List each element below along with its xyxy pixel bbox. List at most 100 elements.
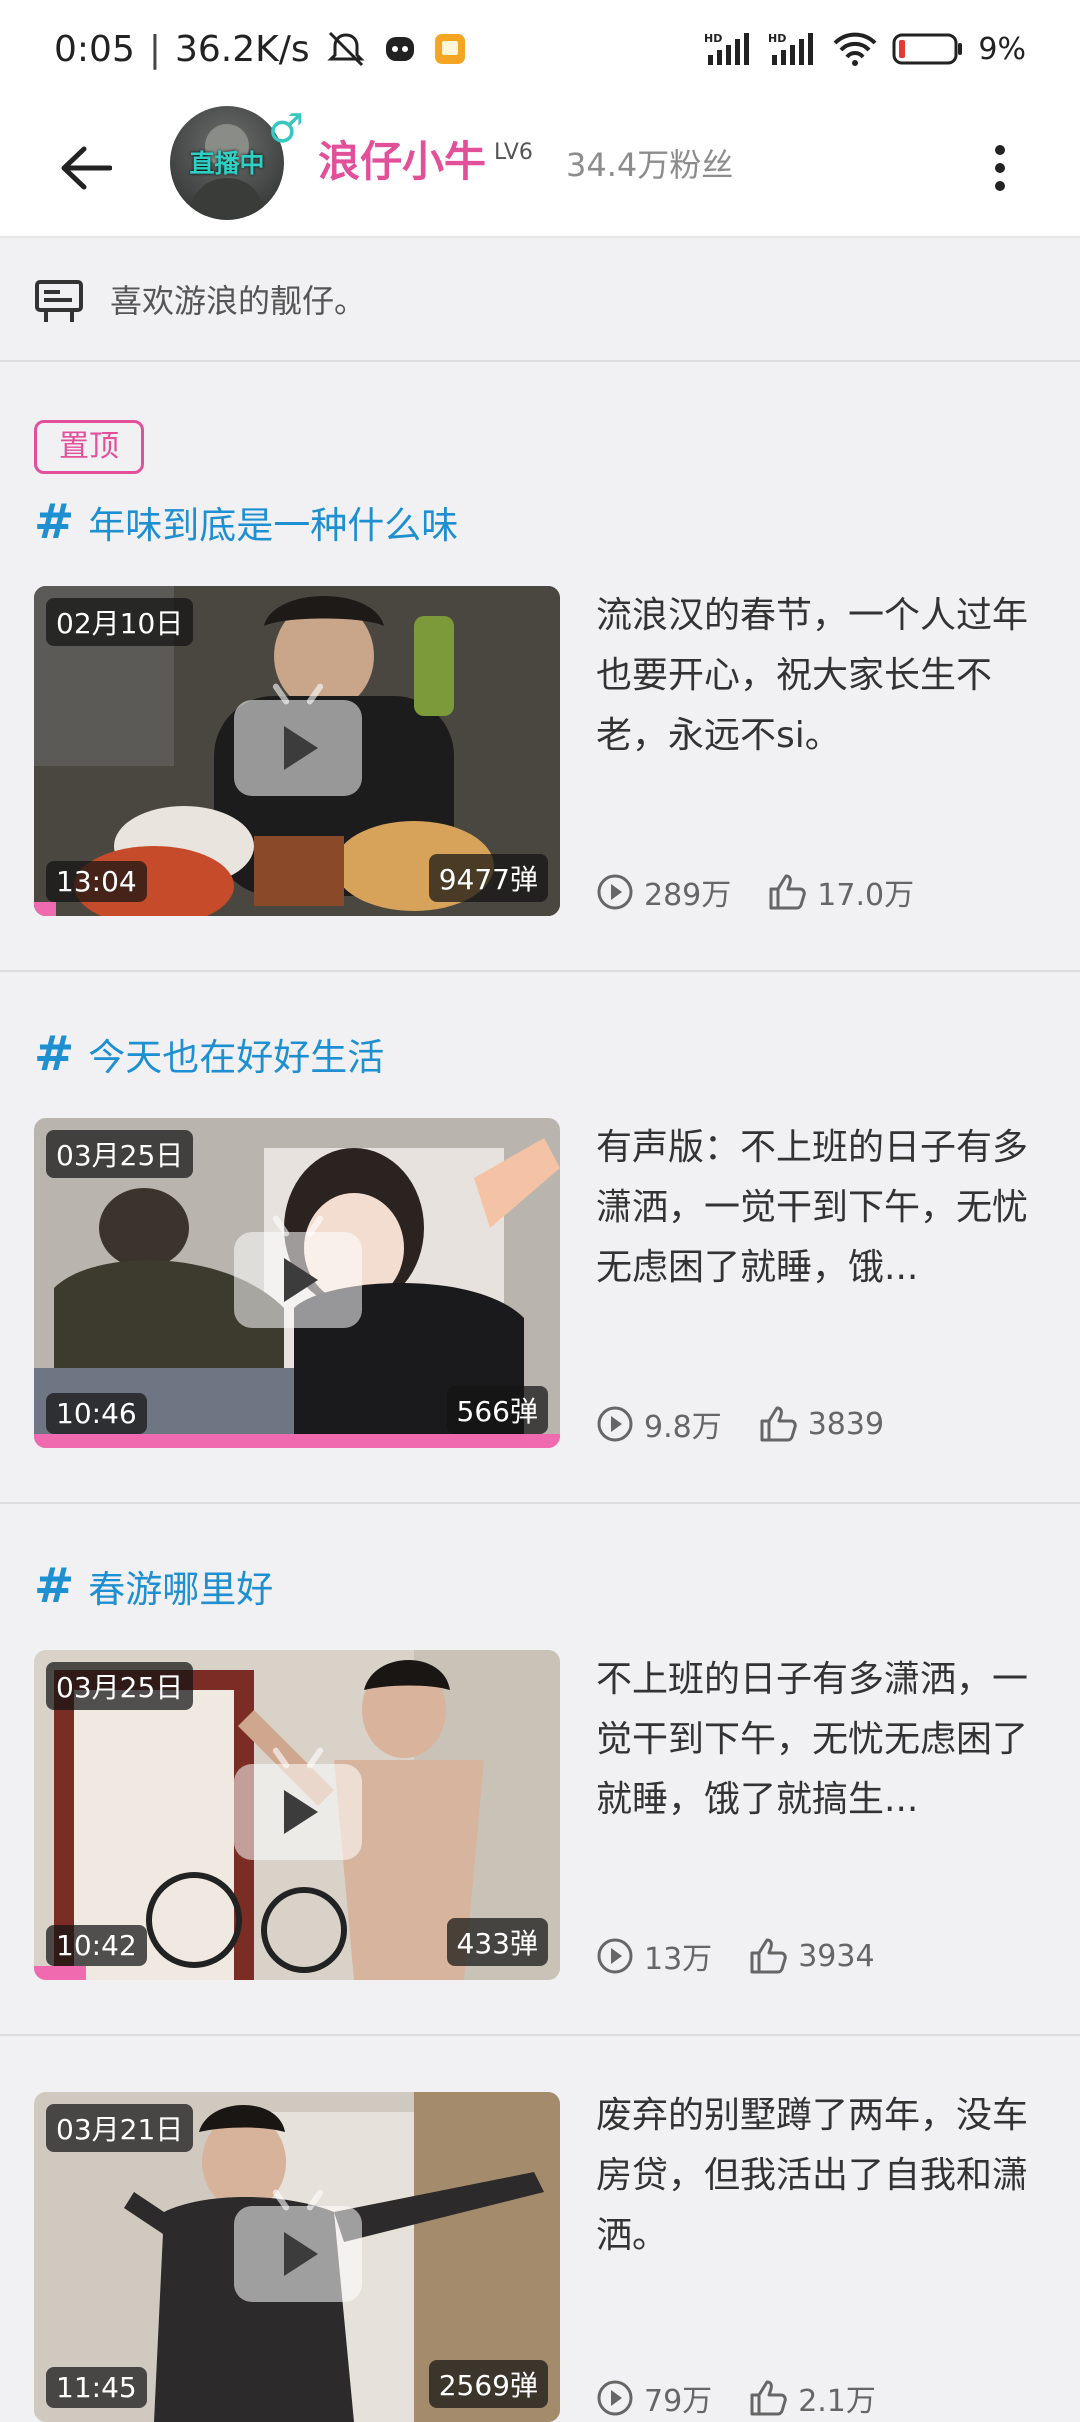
video-description[interactable]: 有声版：不上班的日子有多潇洒，一觉干到下午，无忧无虑困了就睡，饿... xyxy=(596,1118,1046,1298)
upload-date: 03月21日 xyxy=(46,2104,194,2152)
thumbs-up-icon xyxy=(769,874,807,910)
video-stats: 289万 17.0万 xyxy=(596,870,950,914)
video-card[interactable]: # 今天也在好好生活 03月25日 10:46 566弹 有声版：不上班的日子有… xyxy=(0,972,1080,1504)
app-notification-icon xyxy=(382,31,418,67)
more-dot-icon xyxy=(995,145,1005,155)
status-bar: 0:05 | 36.2K/s HD HD 9% xyxy=(0,0,1080,98)
video-thumbnail[interactable]: 03月25日 10:46 566弹 xyxy=(34,1118,560,1448)
danmaku-count: 433弹 xyxy=(446,1918,548,1966)
danmaku-count: 2569弹 xyxy=(428,2360,548,2408)
view-count: 13万 xyxy=(644,1942,713,1977)
video-thumbnail[interactable]: 03月21日 11:45 2569弹 xyxy=(34,2092,560,2422)
more-dot-icon xyxy=(995,163,1005,173)
hashtag-icon: # xyxy=(34,494,75,550)
video-stats: 9.8万 3839 xyxy=(596,1402,920,1446)
thumbs-up-icon xyxy=(750,2380,787,2416)
status-divider: | xyxy=(148,28,161,70)
pinned-badge: 置顶 xyxy=(34,420,144,474)
topic-tag[interactable]: # 年味到底是一种什么味 xyxy=(34,494,458,550)
announcement-text: 喜欢游浪的靓仔。 xyxy=(110,282,367,320)
topic-label: 今天也在好好生活 xyxy=(88,1036,385,1079)
upload-date: 03月25日 xyxy=(46,1662,194,1710)
video-duration: 10:46 xyxy=(46,1393,147,1434)
play-icon xyxy=(234,1746,362,1860)
avatar[interactable]: 直播中 xyxy=(170,106,284,220)
watch-progress-bar xyxy=(34,902,56,916)
like-count: 3934 xyxy=(798,1938,875,1974)
play-icon xyxy=(234,1214,362,1328)
play-icon xyxy=(234,2188,362,2302)
status-network-speed: 36.2K/s xyxy=(174,28,310,70)
arrow-left-icon xyxy=(61,146,112,190)
view-stat: 13万 xyxy=(596,1934,712,1978)
danmaku-count: 9477弹 xyxy=(428,854,548,902)
video-card[interactable]: 03月21日 11:45 2569弹 废弃的别墅蹲了两年，没车房贷，但我活出了自… xyxy=(0,2036,1080,2422)
upload-date: 03月25日 xyxy=(46,1130,194,1178)
like-stat[interactable]: 3934 xyxy=(748,1937,875,1975)
like-stat[interactable]: 3839 xyxy=(758,1405,884,1443)
topic-tag[interactable]: # 今天也在好好生活 xyxy=(34,1026,384,1082)
notes-app-icon xyxy=(432,31,468,67)
like-stat[interactable]: 17.0万 xyxy=(767,870,914,914)
like-count: 2.1万 xyxy=(798,2384,876,2419)
mute-icon xyxy=(324,29,368,69)
announcement-board-icon xyxy=(35,280,83,322)
like-stat[interactable]: 2.1万 xyxy=(748,2376,876,2420)
battery-icon xyxy=(892,31,964,67)
fan-count: 34.4万粉丝 xyxy=(566,146,734,184)
like-count: 17.0万 xyxy=(817,878,915,913)
upload-date: 02月10日 xyxy=(46,598,194,646)
topic-label: 年味到底是一种什么味 xyxy=(88,504,459,547)
username: 浪仔小牛 xyxy=(318,137,487,186)
view-stat: 9.8万 xyxy=(596,1402,722,1446)
play-count-icon xyxy=(597,874,633,910)
video-card[interactable]: # 春游哪里好 03月25日 10:42 433弹 不上班的日子有多潇洒，一觉干… xyxy=(0,1504,1080,2036)
announcement-bar: 喜欢游浪的靓仔。 xyxy=(0,240,1080,362)
video-description[interactable]: 不上班的日子有多潇洒，一觉干到下午，无忧无虑困了就睡，饿了就搞生... xyxy=(596,1650,1046,1830)
live-label: 直播中 xyxy=(189,149,265,178)
signal-2-icon: HD xyxy=(768,31,818,67)
view-count: 289万 xyxy=(644,878,732,913)
play-count-icon xyxy=(597,1406,633,1442)
level-badge: LV6 xyxy=(494,140,533,165)
play-icon xyxy=(234,682,362,796)
back-button[interactable] xyxy=(50,132,122,204)
video-duration: 11:45 xyxy=(46,2367,147,2408)
topic-tag[interactable]: # 春游哪里好 xyxy=(34,1558,273,1614)
profile-header: 直播中 ♂ 浪仔小牛 LV6 34.4万粉丝 xyxy=(0,98,1080,238)
signal-1-icon: HD xyxy=(704,31,754,67)
video-feed: 置顶 # 年味到底是一种什么味 02月10日 13:04 9477弹 流浪汉的春… xyxy=(0,364,1080,2422)
more-options-button[interactable] xyxy=(980,132,1020,204)
play-count-icon xyxy=(597,2380,633,2416)
thumbs-up-icon xyxy=(760,1406,797,1442)
play-count-icon xyxy=(597,1938,633,1974)
topic-label: 春游哪里好 xyxy=(88,1568,274,1611)
like-count: 3839 xyxy=(807,1406,885,1442)
hashtag-icon: # xyxy=(34,1026,75,1082)
view-stat: 289万 xyxy=(596,870,731,914)
video-duration: 10:42 xyxy=(46,1925,147,1966)
video-card[interactable]: 置顶 # 年味到底是一种什么味 02月10日 13:04 9477弹 流浪汉的春… xyxy=(0,364,1080,972)
video-stats: 13万 3934 xyxy=(596,1934,911,1978)
video-thumbnail[interactable]: 03月25日 10:42 433弹 xyxy=(34,1650,560,1980)
hashtag-icon: # xyxy=(34,1558,75,1614)
watch-progress-bar xyxy=(34,1966,86,1980)
wifi-icon xyxy=(832,31,878,67)
video-thumbnail[interactable]: 02月10日 13:04 9477弹 xyxy=(34,586,560,916)
battery-percent: 9% xyxy=(978,31,1026,67)
thumbs-up-icon xyxy=(750,1938,787,1974)
video-description[interactable]: 废弃的别墅蹲了两年，没车房贷，但我活出了自我和潇洒。 xyxy=(596,2086,1046,2266)
svg-text:HD: HD xyxy=(768,32,786,45)
watch-progress-bar xyxy=(34,1434,560,1448)
view-stat: 79万 xyxy=(596,2376,712,2420)
more-dot-icon xyxy=(995,181,1005,191)
view-count: 9.8万 xyxy=(644,1410,722,1445)
danmaku-count: 566弹 xyxy=(446,1386,548,1434)
video-description[interactable]: 流浪汉的春节，一个人过年也要开心，祝大家长生不老，永远不si。 xyxy=(596,586,1046,766)
video-duration: 13:04 xyxy=(46,861,147,902)
video-stats: 79万 2.1万 xyxy=(596,2376,912,2420)
male-gender-icon: ♂ xyxy=(268,106,304,152)
svg-text:HD: HD xyxy=(704,32,722,45)
view-count: 79万 xyxy=(644,2384,713,2419)
status-time: 0:05 xyxy=(54,28,135,70)
